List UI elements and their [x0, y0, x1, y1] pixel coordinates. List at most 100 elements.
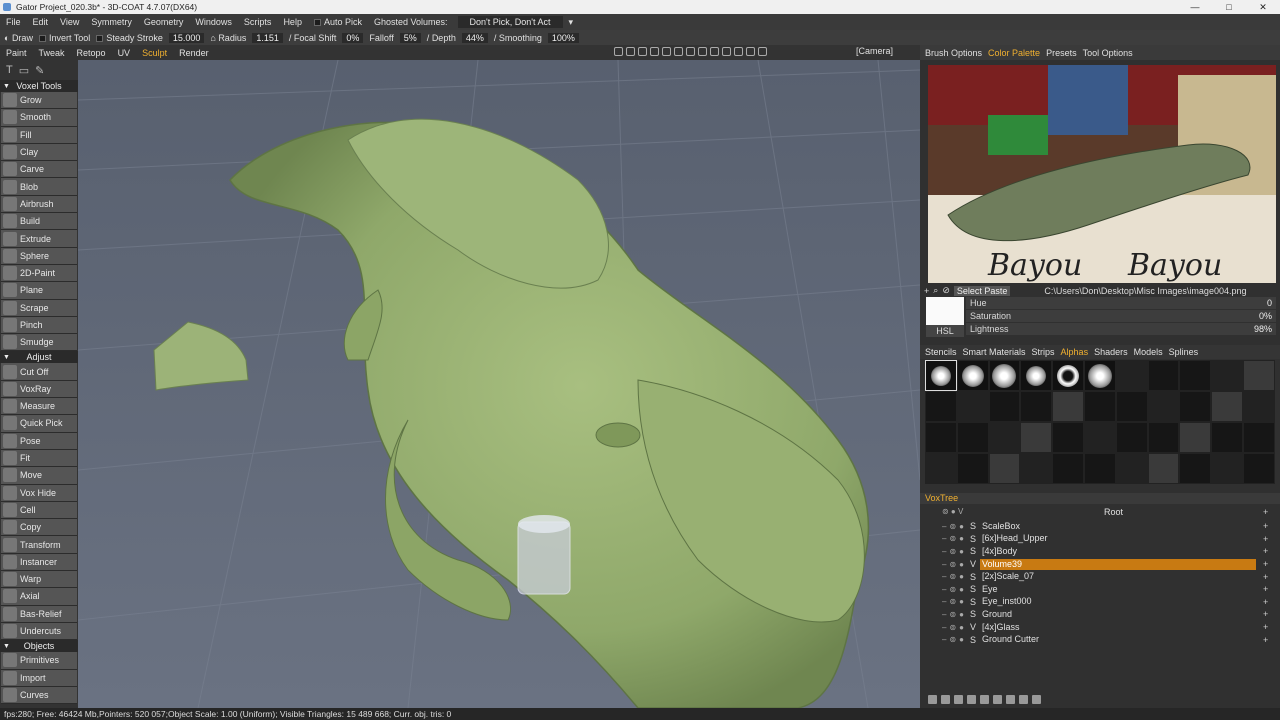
voxel-tool-10[interactable]: 2D-Paint — [1, 264, 77, 283]
zoom-icon[interactable] — [674, 47, 683, 56]
voxel-tool-8[interactable]: Extrude — [1, 230, 77, 248]
hue-slider[interactable]: Hue 0 — [966, 297, 1276, 309]
visibility-icon[interactable]: ‒⊚● — [942, 597, 967, 606]
adjust-tool-1[interactable]: VoxRay — [1, 380, 77, 399]
alpha-thumbnail[interactable] — [925, 453, 957, 484]
alpha-thumbnail[interactable] — [956, 422, 989, 453]
alpha-thumbnail[interactable] — [988, 360, 1021, 391]
draw-button[interactable]: ◐ Draw — [4, 33, 33, 43]
adjust-tool-9[interactable]: Copy — [1, 519, 77, 537]
adjust-tool-6[interactable]: Move — [1, 467, 77, 485]
camera-dropdown[interactable]: [Camera] — [856, 46, 893, 56]
steady-checkbox[interactable] — [96, 34, 104, 42]
tab-brush-options[interactable]: Brush Options — [925, 48, 982, 58]
rotate-icon[interactable] — [650, 47, 659, 56]
alpha-thumbnail[interactable] — [1115, 360, 1148, 391]
alpha-thumbnail[interactable] — [1052, 453, 1084, 484]
voxtree-row[interactable]: ‒⊚● S [6x]Head_Upper + — [920, 533, 1280, 546]
layer-name[interactable]: [4x]Body — [980, 546, 1256, 557]
voxel-tool-5[interactable]: Blob — [1, 178, 77, 196]
alpha-thumbnail[interactable] — [1020, 391, 1053, 422]
ghosted-dropdown[interactable]: Don't Pick, Don't Act — [457, 16, 563, 28]
tab-smart-materials[interactable]: Smart Materials — [963, 347, 1026, 357]
3d-viewport[interactable] — [78, 60, 920, 708]
fit-icon[interactable] — [698, 47, 707, 56]
adjust-tool-7[interactable]: Vox Hide — [1, 484, 77, 502]
menu-geometry[interactable]: Geometry — [138, 17, 190, 27]
adjust-tool-4[interactable]: Pose — [1, 432, 77, 450]
adjust-tool-11[interactable]: Instancer — [1, 553, 77, 572]
layer-name[interactable]: Ground Cutter — [980, 634, 1256, 645]
saturation-slider[interactable]: Saturation 0% — [966, 310, 1276, 322]
layer-name[interactable]: Eye — [980, 584, 1256, 595]
add-icon[interactable]: + — [924, 286, 929, 296]
voxtree-row[interactable]: ‒⊚● V Volume39 + — [920, 558, 1280, 571]
pen-icon[interactable]: ✎ — [35, 64, 44, 77]
alpha-thumbnail[interactable] — [1083, 422, 1116, 453]
room-retopo[interactable]: Retopo — [71, 48, 112, 58]
alpha-thumbnail[interactable] — [956, 360, 989, 391]
alpha-thumbnail[interactable] — [1052, 360, 1084, 391]
visibility-icon[interactable]: ‒⊚● — [942, 547, 967, 556]
new-layer-icon[interactable] — [928, 695, 937, 704]
layer-name[interactable]: ScaleBox — [980, 521, 1256, 532]
alpha-thumbnail[interactable] — [1179, 391, 1212, 422]
alpha-thumbnail[interactable] — [1083, 391, 1116, 422]
alpha-thumbnail[interactable] — [1179, 453, 1212, 484]
alpha-thumbnail[interactable] — [1020, 360, 1053, 391]
adjust-tool-10[interactable]: Transform — [1, 536, 77, 554]
layer-name[interactable]: Ground — [980, 609, 1256, 620]
object-tool-1[interactable]: Import — [1, 669, 77, 687]
axes-icon[interactable] — [746, 47, 755, 56]
camera-ortho-icon[interactable] — [734, 47, 743, 56]
grid-icon[interactable] — [722, 47, 731, 56]
pan-icon[interactable] — [662, 47, 671, 56]
menu-symmetry[interactable]: Symmetry — [85, 17, 138, 27]
tab-tool-options[interactable]: Tool Options — [1083, 48, 1133, 58]
merge-icon[interactable] — [980, 695, 989, 704]
adjust-tool-2[interactable]: Measure — [1, 398, 77, 416]
voxtree-row[interactable]: ‒⊚● V [4x]Glass + — [920, 621, 1280, 634]
add-child-button[interactable]: + — [1263, 622, 1268, 632]
viewport-scene[interactable] — [78, 60, 920, 708]
add-child-button[interactable]: + — [1263, 584, 1268, 594]
alpha-thumbnail[interactable] — [1211, 360, 1243, 391]
tab-models[interactable]: Models — [1134, 347, 1163, 357]
menu-help[interactable]: Help — [277, 17, 308, 27]
visibility-icon[interactable]: ‒⊚● — [942, 623, 967, 632]
radius-value[interactable]: 1.151 — [252, 32, 283, 43]
voxel-tool-3[interactable]: Clay — [1, 143, 77, 162]
tab-strips[interactable]: Strips — [1032, 347, 1055, 357]
hsl-mode-button[interactable]: HSL — [926, 325, 964, 337]
voxtree-row[interactable]: ‒⊚● S Eye + — [920, 583, 1280, 596]
lightness-slider[interactable]: Lightness 98% — [966, 323, 1276, 335]
alpha-thumbnail[interactable] — [1179, 422, 1212, 453]
tab-presets[interactable]: Presets — [1046, 48, 1077, 58]
voxel-tool-9[interactable]: Sphere — [1, 247, 77, 265]
visibility-icon[interactable]: ‒⊚● — [942, 635, 967, 644]
delete-icon[interactable] — [941, 695, 950, 704]
voxtree-row[interactable]: ‒⊚● S ScaleBox + — [920, 520, 1280, 533]
room-render[interactable]: Render — [173, 48, 215, 58]
alpha-thumbnail[interactable] — [1179, 360, 1212, 391]
add-child-button[interactable]: + — [1263, 597, 1268, 607]
export-icon[interactable] — [1019, 695, 1028, 704]
falloff-value[interactable]: 5% — [399, 32, 421, 43]
adjust-tool-12[interactable]: Warp — [1, 571, 77, 589]
menu-windows[interactable]: Windows — [189, 17, 238, 27]
alpha-thumbnail[interactable] — [1211, 422, 1243, 453]
move-icon[interactable] — [993, 695, 1002, 704]
steady-stroke-value[interactable]: 15.000 — [168, 32, 205, 43]
tab-color-palette[interactable]: Color Palette — [988, 48, 1040, 58]
text-tool-icon[interactable]: T — [6, 64, 13, 76]
adjust-tool-13[interactable]: Axial — [1, 588, 77, 606]
voxel-tool-7[interactable]: Build — [1, 213, 77, 231]
alpha-thumbnail[interactable] — [925, 391, 957, 422]
adjust-tool-5[interactable]: Fit — [1, 449, 77, 468]
add-child-button[interactable]: + — [1263, 609, 1268, 619]
visibility-icon[interactable]: ‒⊚● — [942, 560, 967, 569]
voxel-tool-2[interactable]: Fill — [1, 126, 77, 144]
voxel-tool-6[interactable]: Airbrush — [1, 195, 77, 214]
voxel-tool-4[interactable]: Carve — [1, 161, 77, 179]
screenshot-icon[interactable] — [758, 47, 767, 56]
